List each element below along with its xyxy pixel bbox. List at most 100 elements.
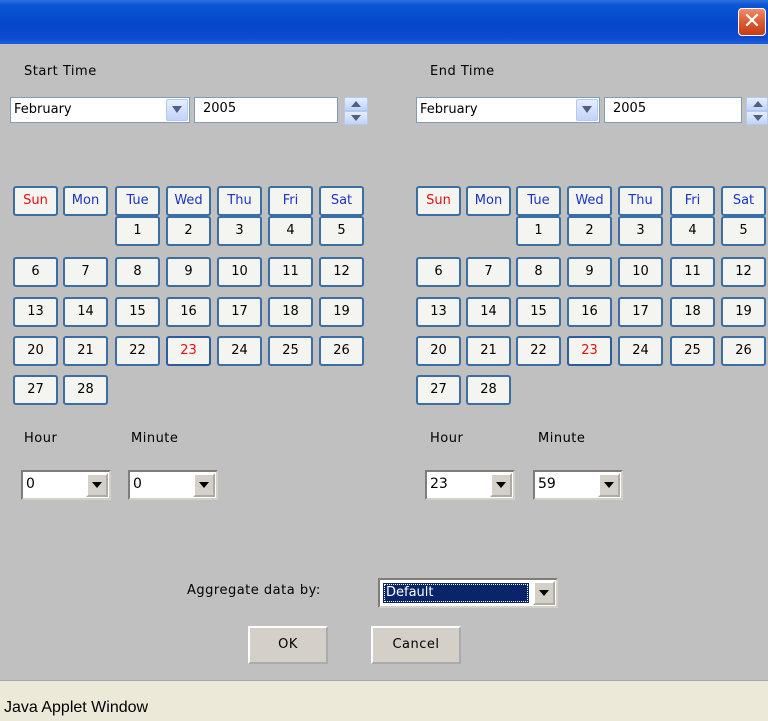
day-cell-21[interactable]: 21 bbox=[63, 336, 108, 366]
day-cell-18[interactable]: 18 bbox=[670, 297, 715, 327]
close-button[interactable]: ✕ bbox=[738, 8, 766, 36]
day-cell-25[interactable]: 25 bbox=[268, 336, 313, 366]
day-cell-21[interactable]: 21 bbox=[466, 336, 511, 366]
day-cell-8[interactable]: 8 bbox=[516, 257, 561, 287]
day-cell-19[interactable]: 19 bbox=[721, 297, 766, 327]
day-cell-4[interactable]: 4 bbox=[268, 216, 313, 246]
day-cell-19[interactable]: 19 bbox=[319, 297, 364, 327]
chevron-down-icon[interactable] bbox=[490, 473, 512, 497]
weekday-header-sat: Sat bbox=[319, 186, 364, 216]
day-cell-1[interactable]: 1 bbox=[115, 216, 160, 246]
day-cell-3[interactable]: 3 bbox=[618, 216, 663, 246]
day-cell-27[interactable]: 27 bbox=[416, 375, 461, 405]
weekday-header-tue: Tue bbox=[115, 186, 160, 216]
day-cell-15[interactable]: 15 bbox=[516, 297, 561, 327]
day-cell-22[interactable]: 22 bbox=[115, 336, 160, 366]
status-text: Java Applet Window bbox=[4, 699, 149, 716]
ok-button[interactable]: OK bbox=[248, 626, 328, 664]
end-month-value: February bbox=[420, 102, 478, 117]
day-cell-20[interactable]: 20 bbox=[416, 336, 461, 366]
spin-down-icon[interactable] bbox=[746, 111, 768, 125]
day-cell-2[interactable]: 2 bbox=[567, 216, 612, 246]
day-cell-5[interactable]: 5 bbox=[721, 216, 766, 246]
spin-down-icon[interactable] bbox=[344, 111, 368, 125]
day-cell-13[interactable]: 13 bbox=[416, 297, 461, 327]
day-cell-24[interactable]: 24 bbox=[618, 336, 663, 366]
status-bar: Java Applet Window bbox=[0, 680, 768, 721]
day-cell-9[interactable]: 9 bbox=[166, 257, 211, 287]
end-hour-select[interactable]: 23 bbox=[425, 470, 515, 500]
spin-up-icon[interactable] bbox=[344, 97, 368, 111]
chevron-down-icon[interactable] bbox=[193, 473, 215, 497]
title-bar[interactable]: ✕ bbox=[0, 0, 768, 44]
day-cell-16[interactable]: 16 bbox=[166, 297, 211, 327]
day-cell-10[interactable]: 10 bbox=[217, 257, 262, 287]
day-cell-17[interactable]: 17 bbox=[217, 297, 262, 327]
start-hour-select[interactable]: 0 bbox=[21, 470, 111, 500]
end-hour-label: Hour bbox=[430, 431, 464, 446]
weekday-header-wed: Wed bbox=[166, 186, 211, 216]
day-cell-23[interactable]: 23 bbox=[166, 336, 211, 366]
day-cell-26[interactable]: 26 bbox=[721, 336, 766, 366]
day-cell-12[interactable]: 12 bbox=[721, 257, 766, 287]
aggregate-select[interactable]: Default bbox=[378, 578, 558, 608]
day-cell-11[interactable]: 11 bbox=[268, 257, 313, 287]
start-month-value: February bbox=[14, 102, 72, 117]
day-cell-6[interactable]: 6 bbox=[416, 257, 461, 287]
day-cell-14[interactable]: 14 bbox=[63, 297, 108, 327]
cancel-button[interactable]: Cancel bbox=[371, 626, 461, 664]
day-cell-12[interactable]: 12 bbox=[319, 257, 364, 287]
start-year-spinner[interactable] bbox=[344, 97, 368, 125]
close-icon: ✕ bbox=[742, 9, 762, 34]
chevron-down-icon[interactable] bbox=[166, 99, 188, 121]
day-cell-14[interactable]: 14 bbox=[466, 297, 511, 327]
day-cell-10[interactable]: 10 bbox=[618, 257, 663, 287]
end-year-spinner[interactable] bbox=[746, 97, 768, 125]
start-minute-value: 0 bbox=[133, 476, 142, 492]
spin-up-icon[interactable] bbox=[746, 97, 768, 111]
day-cell-26[interactable]: 26 bbox=[319, 336, 364, 366]
end-minute-label: Minute bbox=[538, 431, 586, 446]
day-cell-28[interactable]: 28 bbox=[63, 375, 108, 405]
chevron-down-icon[interactable] bbox=[533, 581, 555, 605]
day-cell-7[interactable]: 7 bbox=[63, 257, 108, 287]
day-cell-20[interactable]: 20 bbox=[13, 336, 58, 366]
weekday-header-sun: Sun bbox=[13, 186, 58, 216]
end-minute-select[interactable]: 59 bbox=[533, 470, 623, 500]
day-cell-17[interactable]: 17 bbox=[618, 297, 663, 327]
day-cell-8[interactable]: 8 bbox=[115, 257, 160, 287]
day-cell-3[interactable]: 3 bbox=[217, 216, 262, 246]
day-cell-22[interactable]: 22 bbox=[516, 336, 561, 366]
end-month-select[interactable]: February bbox=[416, 97, 600, 123]
day-cell-2[interactable]: 2 bbox=[166, 216, 211, 246]
day-cell-7[interactable]: 7 bbox=[466, 257, 511, 287]
day-cell-1[interactable]: 1 bbox=[516, 216, 561, 246]
weekday-header-sun: Sun bbox=[416, 186, 461, 216]
day-cell-9[interactable]: 9 bbox=[567, 257, 612, 287]
day-cell-18[interactable]: 18 bbox=[268, 297, 313, 327]
day-cell-16[interactable]: 16 bbox=[567, 297, 612, 327]
day-cell-5[interactable]: 5 bbox=[319, 216, 364, 246]
end-hour-value: 23 bbox=[430, 476, 448, 492]
day-cell-28[interactable]: 28 bbox=[466, 375, 511, 405]
weekday-header-mon: Mon bbox=[466, 186, 511, 216]
day-cell-4[interactable]: 4 bbox=[670, 216, 715, 246]
day-cell-6[interactable]: 6 bbox=[13, 257, 58, 287]
day-cell-15[interactable]: 15 bbox=[115, 297, 160, 327]
end-year-field[interactable]: 2005 bbox=[604, 97, 742, 123]
day-cell-24[interactable]: 24 bbox=[217, 336, 262, 366]
day-cell-13[interactable]: 13 bbox=[13, 297, 58, 327]
chevron-down-icon[interactable] bbox=[86, 473, 108, 497]
chevron-down-icon[interactable] bbox=[576, 99, 598, 121]
day-cell-27[interactable]: 27 bbox=[13, 375, 58, 405]
day-cell-25[interactable]: 25 bbox=[670, 336, 715, 366]
weekday-header-thu: Thu bbox=[217, 186, 262, 216]
day-cell-11[interactable]: 11 bbox=[670, 257, 715, 287]
start-minute-label: Minute bbox=[131, 431, 179, 446]
day-cell-23[interactable]: 23 bbox=[567, 336, 612, 366]
start-year-field[interactable]: 2005 bbox=[194, 97, 338, 123]
start-year-value: 2005 bbox=[203, 101, 237, 116]
start-month-select[interactable]: February bbox=[10, 97, 190, 123]
start-minute-select[interactable]: 0 bbox=[128, 470, 218, 500]
chevron-down-icon[interactable] bbox=[598, 473, 620, 497]
